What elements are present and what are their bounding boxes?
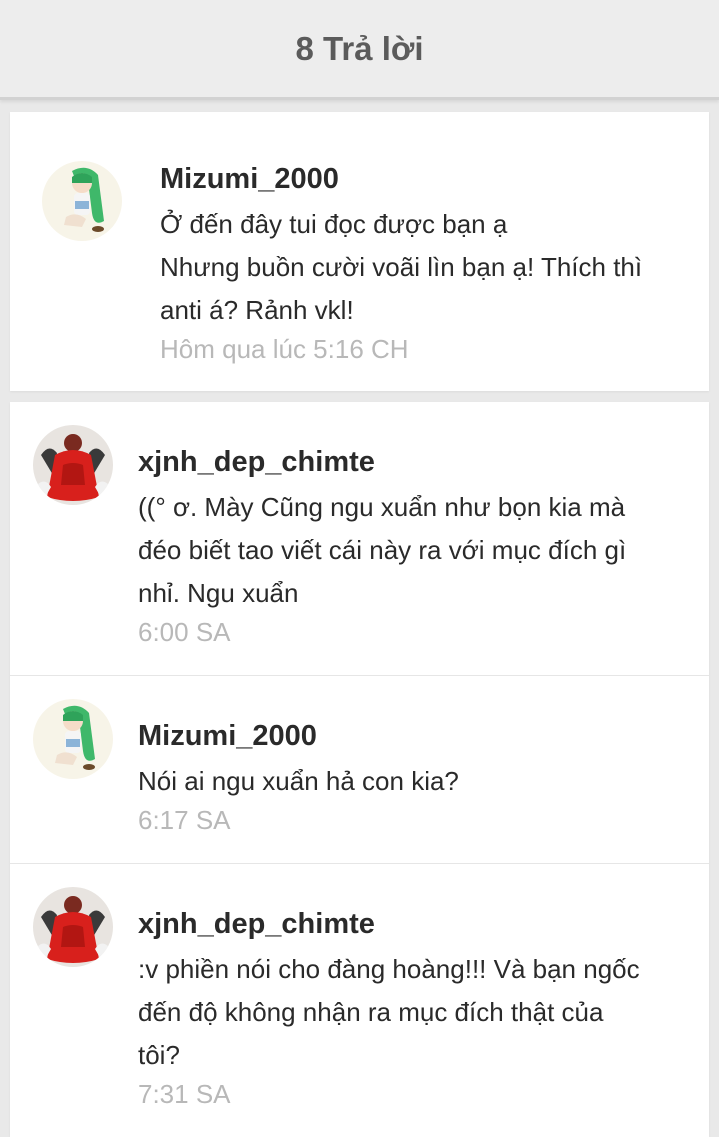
username[interactable]: Mizumi_2000 bbox=[160, 163, 642, 195]
reply-item[interactable]: Mizumi_2000 Nói ai ngu xuẩn hả con kia? … bbox=[10, 675, 709, 863]
avatar-mizumi[interactable] bbox=[42, 161, 122, 241]
timestamp: 6:17 SA bbox=[138, 805, 231, 835]
comment-body: Mizumi_2000 Ở đến đây tui đọc được bạn ạ… bbox=[160, 137, 642, 366]
text-line: :v phiền nói cho đàng hoàng!!! Và bạn ng… bbox=[138, 954, 640, 984]
text-line: Nhưng buồn cười voãi lìn bạn ạ! Thích th… bbox=[160, 252, 643, 282]
page-title: 8 Trả lời bbox=[295, 29, 424, 67]
username[interactable]: Mizumi_2000 bbox=[138, 720, 459, 752]
avatar-xjnh[interactable] bbox=[33, 887, 113, 967]
timestamp: Hôm qua lúc 5:16 CH bbox=[160, 334, 409, 364]
text-line: Nói ai ngu xuẩn hả con kia? bbox=[138, 766, 459, 796]
avatar-xjnh[interactable] bbox=[33, 425, 113, 505]
timestamp: 6:00 SA bbox=[138, 617, 231, 647]
text-line: Ở đến đây tui đọc được bạn ạ bbox=[160, 209, 508, 239]
reply-text: ((° ơ. Mày Cũng ngu xuẩn như bọn kia mà … bbox=[138, 486, 626, 615]
reply-body: Mizumi_2000 Nói ai ngu xuẩn hả con kia? … bbox=[138, 698, 459, 837]
reply-item[interactable]: xjnh_dep_chimte ((° ơ. Mày Cũng ngu xuẩn… bbox=[10, 402, 709, 675]
username[interactable]: xjnh_dep_chimte bbox=[138, 908, 640, 940]
text-line: tôi? bbox=[138, 1040, 180, 1070]
text-line: đéo biết tao viết cái này ra với mục đíc… bbox=[138, 535, 627, 565]
reply-text: :v phiền nói cho đàng hoàng!!! Và bạn ng… bbox=[138, 948, 640, 1077]
text-line: nhỉ. Ngu xuẩn bbox=[138, 578, 299, 608]
avatar-mizumi[interactable] bbox=[33, 699, 113, 779]
text-line: anti á? Rảnh vkl! bbox=[160, 295, 354, 325]
reply-body: xjnh_dep_chimte ((° ơ. Mày Cũng ngu xuẩn… bbox=[138, 424, 626, 649]
reply-body: xjnh_dep_chimte :v phiền nói cho đàng ho… bbox=[138, 886, 640, 1111]
username[interactable]: xjnh_dep_chimte bbox=[138, 446, 626, 478]
comment-card: Mizumi_2000 Ở đến đây tui đọc được bạn ạ… bbox=[10, 112, 709, 391]
header-bar: 8 Trả lời bbox=[0, 0, 719, 100]
text-line: đến độ không nhận ra mục đích thật của bbox=[138, 997, 604, 1027]
reply-text: Nói ai ngu xuẩn hả con kia? bbox=[138, 760, 459, 803]
comment-text: Ở đến đây tui đọc được bạn ạ Nhưng buồn … bbox=[160, 203, 642, 332]
replies-card: xjnh_dep_chimte ((° ơ. Mày Cũng ngu xuẩn… bbox=[10, 402, 709, 1137]
text-line: ((° ơ. Mày Cũng ngu xuẩn như bọn kia mà bbox=[138, 492, 626, 522]
comment-item[interactable]: Mizumi_2000 Ở đến đây tui đọc được bạn ạ… bbox=[10, 112, 709, 391]
timestamp: 7:31 SA bbox=[138, 1079, 231, 1109]
